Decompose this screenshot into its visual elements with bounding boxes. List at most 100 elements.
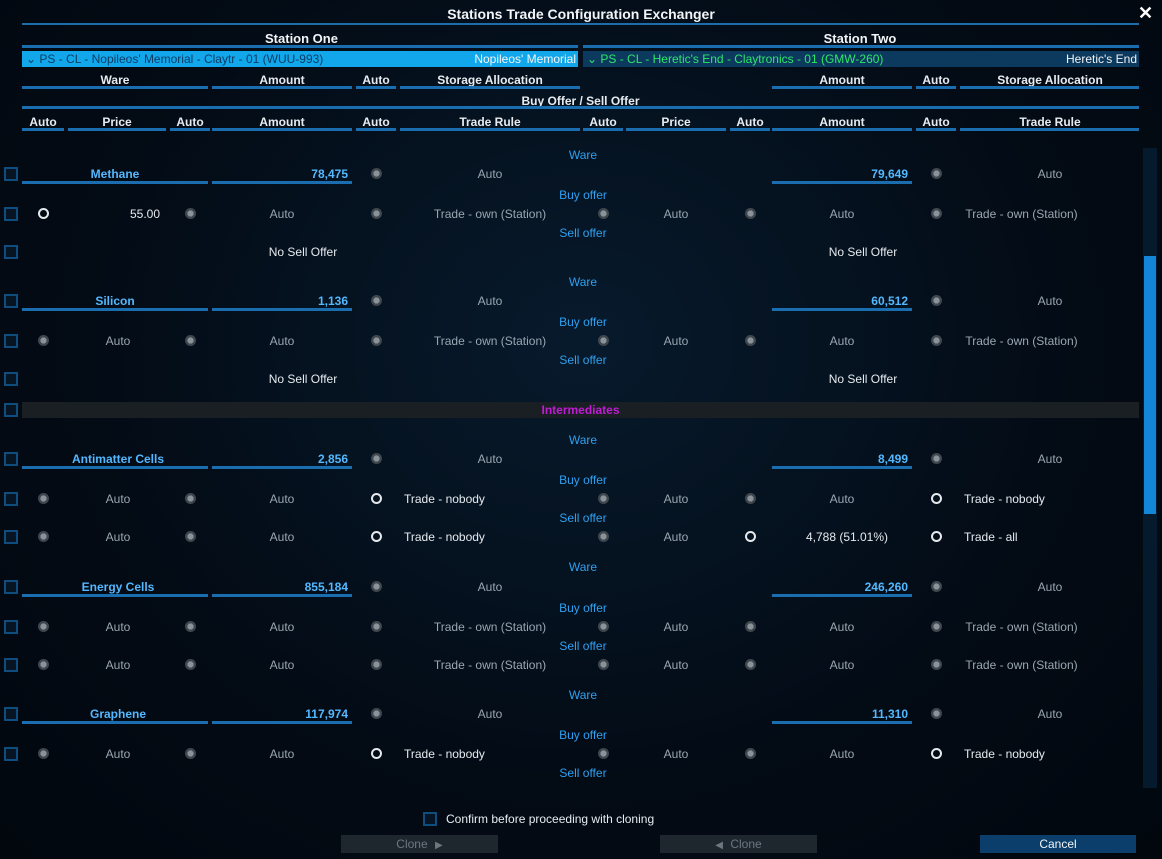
- buy-amount-s1[interactable]: Auto: [212, 334, 352, 348]
- auto-radio[interactable]: [38, 335, 49, 346]
- row-checkbox[interactable]: [4, 620, 18, 634]
- buy-price-s1[interactable]: Auto: [68, 747, 168, 761]
- storage-auto-s2[interactable]: Auto: [960, 452, 1140, 466]
- auto-radio[interactable]: [371, 708, 382, 719]
- group-checkbox[interactable]: [4, 403, 18, 417]
- auto-radio[interactable]: [371, 531, 382, 542]
- storage-auto-s2[interactable]: Auto: [960, 294, 1140, 308]
- ware-amount-s1[interactable]: 2,856: [212, 452, 348, 466]
- buy-rule-s2[interactable]: Trade - own (Station): [960, 620, 1083, 634]
- sell-rule-s2[interactable]: Trade - all: [964, 530, 1140, 544]
- ware-amount-s2[interactable]: 246,260: [772, 580, 908, 594]
- auto-radio[interactable]: [745, 493, 756, 504]
- ware-amount-s1[interactable]: 117,974: [212, 707, 348, 721]
- auto-radio[interactable]: [745, 335, 756, 346]
- auto-radio[interactable]: [598, 621, 609, 632]
- buy-amount-s2[interactable]: Auto: [772, 620, 912, 634]
- auto-radio[interactable]: [745, 531, 756, 542]
- row-checkbox[interactable]: [4, 207, 18, 221]
- ware-amount-s1[interactable]: 1,136: [212, 294, 348, 308]
- buy-rule-s1[interactable]: Trade - nobody: [404, 492, 580, 506]
- buy-price-s2[interactable]: Auto: [626, 620, 726, 634]
- ware-amount-s2[interactable]: 79,649: [772, 167, 908, 181]
- buy-amount-s2[interactable]: Auto: [772, 207, 912, 221]
- storage-auto-s1[interactable]: Auto: [400, 580, 580, 594]
- auto-radio[interactable]: [931, 581, 942, 592]
- buy-price-s1[interactable]: Auto: [68, 620, 168, 634]
- row-checkbox[interactable]: [4, 452, 18, 466]
- buy-price-s1[interactable]: Auto: [68, 492, 168, 506]
- row-checkbox[interactable]: [4, 580, 18, 594]
- auto-radio[interactable]: [745, 208, 756, 219]
- storage-auto-s2[interactable]: Auto: [960, 580, 1140, 594]
- buy-rule-s2[interactable]: Trade - nobody: [964, 747, 1140, 761]
- auto-radio[interactable]: [371, 493, 382, 504]
- buy-amount-s2[interactable]: Auto: [772, 334, 912, 348]
- auto-radio[interactable]: [931, 168, 942, 179]
- sell-amount-s1[interactable]: Auto: [212, 658, 352, 672]
- buy-amount-s1[interactable]: Auto: [212, 747, 352, 761]
- auto-radio[interactable]: [598, 748, 609, 759]
- auto-radio[interactable]: [371, 168, 382, 179]
- auto-radio[interactable]: [931, 708, 942, 719]
- ware-amount-s2[interactable]: 60,512: [772, 294, 908, 308]
- auto-radio[interactable]: [38, 621, 49, 632]
- auto-radio[interactable]: [931, 295, 942, 306]
- auto-radio[interactable]: [38, 748, 49, 759]
- buy-amount-s1[interactable]: Auto: [212, 620, 352, 634]
- auto-radio[interactable]: [185, 621, 196, 632]
- auto-radio[interactable]: [931, 208, 942, 219]
- auto-radio[interactable]: [931, 531, 942, 542]
- sell-amount-s2[interactable]: Auto: [772, 658, 912, 672]
- buy-amount-s2[interactable]: Auto: [772, 492, 912, 506]
- ware-amount-s1[interactable]: 78,475: [212, 167, 348, 181]
- row-checkbox[interactable]: [4, 334, 18, 348]
- buy-amount-s1[interactable]: Auto: [212, 207, 352, 221]
- confirm-checkbox[interactable]: [423, 812, 437, 826]
- close-icon[interactable]: ✕: [1138, 3, 1153, 24]
- auto-radio[interactable]: [598, 208, 609, 219]
- auto-radio[interactable]: [38, 659, 49, 670]
- sell-price-s2[interactable]: Auto: [626, 658, 726, 672]
- row-checkbox[interactable]: [4, 707, 18, 721]
- buy-rule-s2[interactable]: Trade - own (Station): [960, 207, 1083, 221]
- row-checkbox[interactable]: [4, 658, 18, 672]
- row-checkbox[interactable]: [4, 167, 18, 181]
- auto-radio[interactable]: [931, 335, 942, 346]
- auto-radio[interactable]: [371, 581, 382, 592]
- ware-amount-s2[interactable]: 11,310: [772, 707, 908, 721]
- clone-to-left-button[interactable]: ◀ Clone: [660, 835, 817, 853]
- auto-radio[interactable]: [185, 493, 196, 504]
- auto-radio[interactable]: [371, 208, 382, 219]
- buy-rule-s1[interactable]: Trade - nobody: [404, 747, 580, 761]
- auto-radio[interactable]: [745, 659, 756, 670]
- buy-price-s2[interactable]: Auto: [626, 492, 726, 506]
- auto-radio[interactable]: [185, 208, 196, 219]
- auto-radio[interactable]: [185, 748, 196, 759]
- storage-auto-s1[interactable]: Auto: [400, 294, 580, 308]
- clone-to-right-button[interactable]: Clone ▶: [341, 835, 498, 853]
- buy-rule-s2[interactable]: Trade - own (Station): [960, 334, 1083, 348]
- auto-radio[interactable]: [38, 208, 49, 219]
- row-checkbox[interactable]: [4, 492, 18, 506]
- buy-price-s1[interactable]: 55.00: [68, 207, 160, 221]
- auto-radio[interactable]: [371, 335, 382, 346]
- auto-radio[interactable]: [371, 453, 382, 464]
- row-checkbox[interactable]: [4, 245, 18, 259]
- storage-auto-s1[interactable]: Auto: [400, 707, 580, 721]
- auto-radio[interactable]: [931, 621, 942, 632]
- auto-radio[interactable]: [38, 531, 49, 542]
- auto-radio[interactable]: [371, 621, 382, 632]
- cancel-button[interactable]: Cancel: [980, 835, 1136, 853]
- auto-radio[interactable]: [598, 531, 609, 542]
- auto-radio[interactable]: [931, 748, 942, 759]
- auto-radio[interactable]: [371, 659, 382, 670]
- auto-radio[interactable]: [185, 659, 196, 670]
- buy-amount-s2[interactable]: Auto: [772, 747, 912, 761]
- auto-radio[interactable]: [931, 659, 942, 670]
- auto-radio[interactable]: [185, 531, 196, 542]
- sell-rule-s2[interactable]: Trade - own (Station): [960, 658, 1083, 672]
- sell-price-s1[interactable]: Auto: [68, 530, 168, 544]
- auto-radio[interactable]: [745, 621, 756, 632]
- storage-auto-s1[interactable]: Auto: [400, 452, 580, 466]
